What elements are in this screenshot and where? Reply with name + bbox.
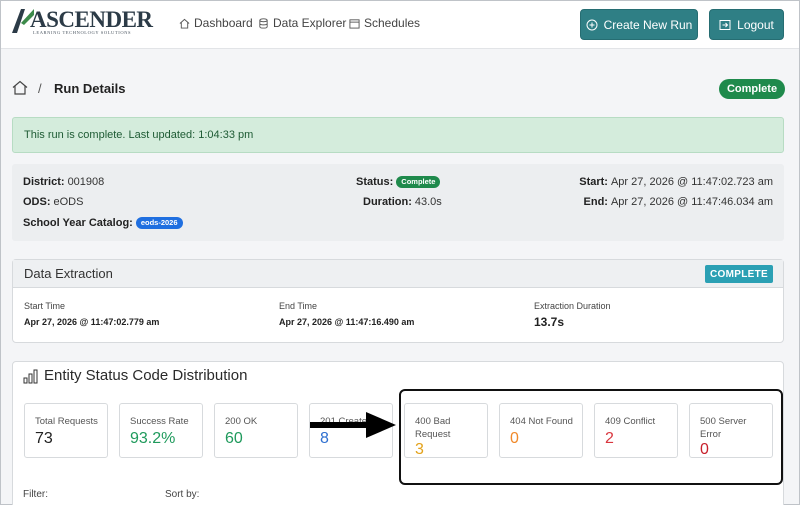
extraction-status-badge: COMPLETE	[705, 265, 773, 283]
top-nav: ASCENDER LEARNING TECHNOLOGY SOLUTIONS D…	[1, 1, 799, 49]
ascender-logo[interactable]: ASCENDER LEARNING TECHNOLOGY SOLUTIONS	[12, 7, 153, 40]
logout-icon	[719, 19, 731, 30]
distribution-title: Entity Status Code Distribution	[44, 367, 248, 384]
run-status-badge: Complete	[719, 79, 785, 99]
start-field: Start: Apr 27, 2026 @ 11:47:02.723 am	[579, 176, 773, 188]
stat-card-200-ok: 200 OK 60	[214, 403, 298, 458]
breadcrumb-separator: /	[38, 81, 42, 96]
stat-value: 73	[35, 430, 53, 447]
nav-data-explorer-label: Data Explorer	[273, 16, 347, 30]
nav-schedules-label: Schedules	[364, 16, 421, 30]
create-new-run-label: Create New Run	[603, 17, 693, 32]
calendar-icon	[349, 18, 360, 29]
page-title: Run Details	[54, 81, 126, 96]
run-complete-alert: This run is complete. Last updated: 1:04…	[12, 117, 784, 153]
start-label: Start:	[579, 176, 608, 188]
logo-tagline: LEARNING TECHNOLOGY SOLUTIONS	[33, 30, 132, 35]
home-icon[interactable]	[12, 80, 28, 95]
district-field: District: 001908	[23, 176, 104, 188]
ods-field: ODS: eODS	[23, 196, 83, 208]
data-extraction-header: Data Extraction COMPLETE	[13, 260, 783, 288]
stat-card-total-requests: Total Requests 73	[24, 403, 108, 458]
status-badge: Complete	[396, 176, 441, 188]
catalog-badge: eods-2026	[135, 217, 183, 229]
logout-label: Logout	[737, 17, 774, 32]
nav-schedules[interactable]: Schedules	[349, 16, 420, 30]
extraction-start-label: Start Time	[24, 301, 66, 311]
nav-dashboard-label: Dashboard	[194, 16, 253, 30]
run-summary-card: District: 001908 ODS: eODS School Year C…	[12, 164, 784, 241]
filter-label: Filter:	[23, 489, 48, 500]
stat-label: Total Requests	[35, 416, 98, 427]
alert-message: This run is complete. Last updated: 1:04…	[24, 129, 254, 141]
arrow-right-icon	[310, 412, 396, 438]
data-extraction-title: Data Extraction	[24, 266, 113, 281]
status-label: Status:	[356, 176, 394, 188]
stat-label: 200 OK	[225, 416, 258, 427]
ods-label: ODS:	[23, 196, 51, 208]
stat-card-success-rate: Success Rate 93.2%	[119, 403, 203, 458]
nav-data-explorer[interactable]: Data Explorer	[258, 16, 346, 30]
bar-chart-icon	[23, 369, 38, 384]
duration-field: Duration: 43.0s	[363, 196, 442, 208]
create-new-run-button[interactable]: Create New Run	[580, 9, 698, 40]
end-label: End:	[583, 196, 608, 208]
stat-label: Success Rate	[130, 416, 189, 427]
end-field: End: Apr 27, 2026 @ 11:47:46.034 am	[584, 196, 773, 208]
ods-value: eODS	[53, 196, 84, 208]
extraction-end-value: Apr 27, 2026 @ 11:47:16.490 am	[279, 317, 415, 327]
database-icon	[259, 17, 268, 29]
sort-label: Sort by:	[165, 489, 200, 500]
extraction-start-value: Apr 27, 2026 @ 11:47:02.779 am	[24, 317, 160, 327]
stat-value: 93.2%	[130, 430, 176, 447]
start-value: Apr 27, 2026 @ 11:47:02.723 am	[610, 176, 773, 188]
house-icon	[179, 18, 190, 29]
plus-circle-icon	[586, 19, 598, 30]
duration-value: 43.0s	[414, 196, 442, 208]
nav-dashboard[interactable]: Dashboard	[179, 16, 253, 30]
catalog-field: School Year Catalog: eods-2026	[23, 217, 183, 229]
logout-button[interactable]: Logout	[709, 9, 784, 40]
data-extraction-card: Data Extraction COMPLETE Start Time Apr …	[12, 259, 784, 343]
extraction-end-label: End Time	[279, 301, 318, 311]
district-value: 001908	[67, 176, 105, 188]
end-value: Apr 27, 2026 @ 11:47:46.034 am	[610, 196, 773, 208]
status-field: Status: Complete	[356, 176, 441, 188]
district-label: District:	[23, 176, 65, 188]
catalog-label: School Year Catalog:	[23, 217, 133, 229]
error-codes-highlight	[399, 389, 783, 485]
stat-value: 60	[225, 430, 243, 447]
duration-label: Duration:	[363, 196, 412, 208]
extraction-duration-label: Extraction Duration	[534, 301, 611, 311]
extraction-duration-value: 13.7s	[534, 315, 565, 329]
